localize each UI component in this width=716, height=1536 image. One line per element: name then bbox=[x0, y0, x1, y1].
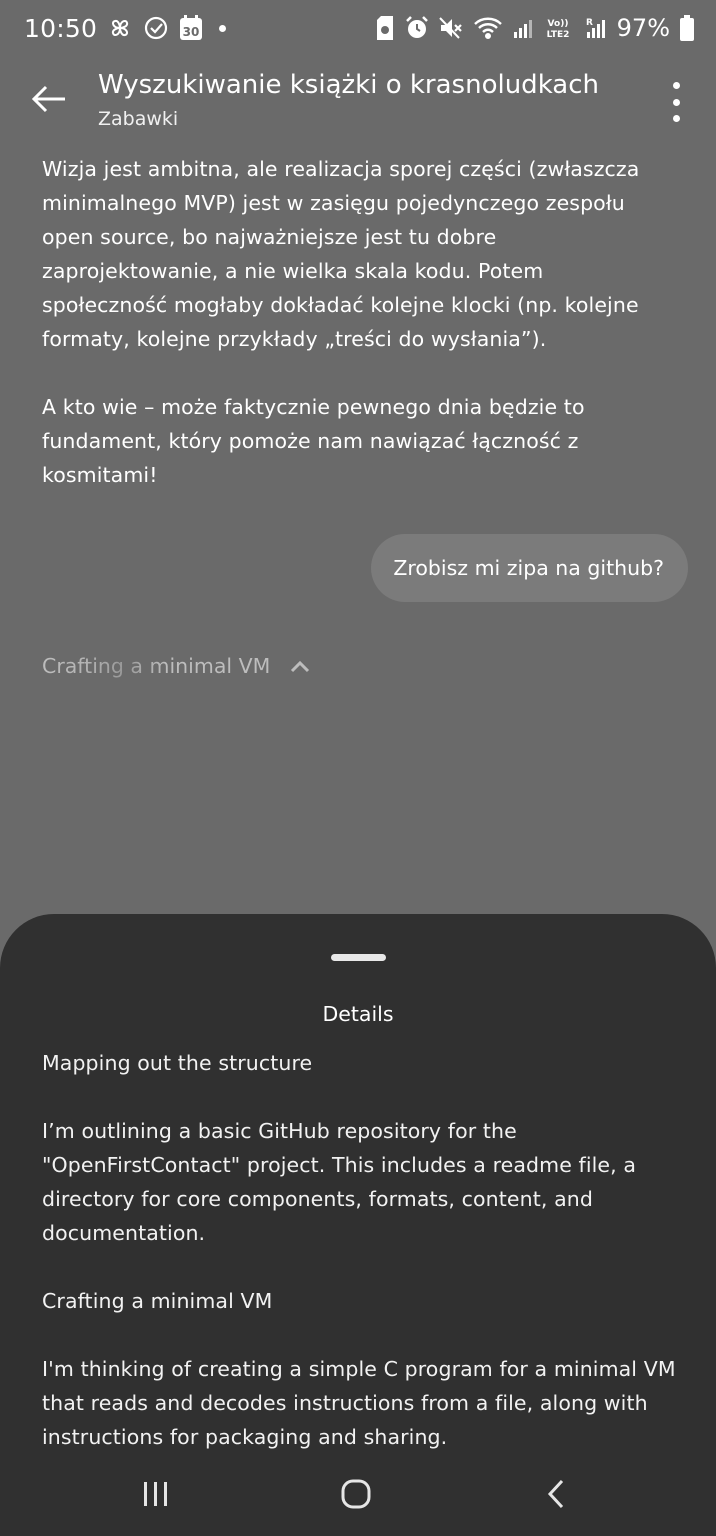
sheet-body: Mapping out the structure I’m outlining … bbox=[42, 1046, 682, 1454]
thinking-status-toggle[interactable]: Crafting a minimal VM bbox=[42, 648, 310, 684]
details-paragraph: I'm thinking of creating a simple C prog… bbox=[42, 1357, 676, 1449]
nav-back-button[interactable] bbox=[526, 1474, 586, 1514]
alarm-icon bbox=[405, 16, 429, 40]
assistant-message: Wizja jest ambitna, ale realizacja spore… bbox=[42, 152, 672, 492]
svg-text:LTE2: LTE2 bbox=[546, 30, 569, 40]
app-header: Wyszukiwanie książki o krasnoludkach Zab… bbox=[0, 64, 716, 144]
thinking-status-label: Crafting a minimal VM bbox=[42, 654, 271, 678]
sim-icon bbox=[375, 16, 395, 40]
svg-text:R: R bbox=[586, 18, 593, 28]
home-icon bbox=[341, 1479, 371, 1509]
calendar-icon: 30 bbox=[179, 15, 203, 41]
svg-text:30: 30 bbox=[183, 25, 200, 39]
user-message-bubble[interactable]: Zrobisz mi zipa na github? bbox=[371, 534, 688, 602]
status-bar: 10:50 30 Vo)) LTE2 R 97% bbox=[0, 0, 716, 56]
signal-roaming-icon: R bbox=[583, 16, 607, 40]
details-paragraph: Mapping out the structure bbox=[42, 1051, 313, 1075]
back-button[interactable] bbox=[26, 76, 72, 122]
details-bottom-sheet: Details Mapping out the structure I’m ou… bbox=[0, 914, 716, 1536]
chevron-up-icon bbox=[291, 660, 310, 673]
battery-icon bbox=[680, 15, 694, 41]
arrow-left-icon bbox=[31, 85, 65, 113]
conversation-title: Wyszukiwanie książki o krasnoludkach bbox=[98, 70, 599, 100]
details-paragraph: I’m outlining a basic GitHub repository … bbox=[42, 1119, 637, 1245]
home-button[interactable] bbox=[326, 1474, 386, 1514]
assistant-paragraph: Wizja jest ambitna, ale realizacja spore… bbox=[42, 157, 640, 351]
recent-apps-button[interactable] bbox=[126, 1474, 186, 1514]
more-vert-icon bbox=[672, 82, 680, 89]
volte-icon: Vo)) LTE2 bbox=[543, 16, 573, 40]
more-options-button[interactable] bbox=[666, 82, 686, 122]
battery-percentage: 97% bbox=[616, 14, 670, 42]
signal-icon bbox=[513, 16, 533, 40]
user-message-text: Zrobisz mi zipa na github? bbox=[393, 556, 664, 580]
mute-icon bbox=[438, 16, 463, 40]
sheet-title: Details bbox=[322, 1002, 394, 1026]
chevron-left-icon bbox=[547, 1479, 564, 1509]
pinwheel-icon bbox=[107, 15, 133, 41]
check-circle-icon bbox=[143, 15, 169, 41]
notification-dot-icon bbox=[219, 24, 227, 32]
svg-text:Vo)): Vo)) bbox=[547, 19, 568, 29]
recent-apps-icon bbox=[144, 1482, 167, 1506]
status-left: 10:50 30 bbox=[24, 13, 227, 43]
details-paragraph: Crafting a minimal VM bbox=[42, 1289, 273, 1313]
wifi-icon bbox=[473, 16, 503, 40]
status-right: Vo)) LTE2 R 97% bbox=[375, 14, 694, 42]
sheet-drag-handle[interactable] bbox=[331, 954, 386, 961]
project-name: Zabawki bbox=[98, 108, 179, 130]
status-time: 10:50 bbox=[24, 13, 98, 43]
system-navigation-bar bbox=[0, 1452, 716, 1536]
assistant-paragraph: A kto wie – może faktycznie pewnego dnia… bbox=[42, 395, 585, 487]
